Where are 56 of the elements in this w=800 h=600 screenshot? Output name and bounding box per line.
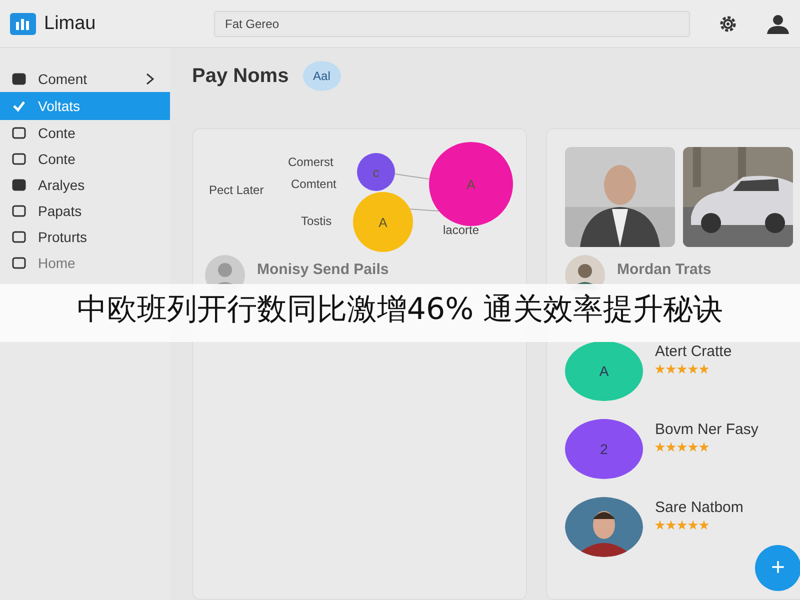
- avatar: A: [565, 341, 643, 401]
- star-icon: [666, 442, 676, 452]
- star-icon: [655, 364, 665, 374]
- sidebar-item[interactable]: Conte: [0, 146, 170, 172]
- menu-item-icon: [12, 256, 26, 270]
- menu-item-icon: [12, 126, 26, 140]
- avatar: 2: [565, 419, 643, 479]
- connector-line: [394, 174, 430, 180]
- logo-icon: [10, 12, 36, 34]
- chevron-icon: [146, 73, 154, 85]
- sidebar-item[interactable]: Conte: [0, 120, 170, 146]
- menu-item-icon: [12, 178, 26, 192]
- star-icon: [677, 364, 687, 374]
- star-icon: [688, 364, 698, 374]
- node-label: Comerst: [288, 155, 334, 169]
- star-icon: [699, 364, 709, 374]
- menu-item-icon: [12, 72, 26, 86]
- star-icon: [655, 442, 665, 452]
- diagram-node: A: [429, 142, 513, 226]
- contact-name: Sare Natbom: [655, 499, 744, 516]
- sidebar-item[interactable]: Aralyes: [0, 172, 170, 198]
- star-icon: [666, 520, 676, 530]
- sidebar-item[interactable]: Proturts: [0, 224, 170, 250]
- app-name: Limau: [44, 12, 96, 34]
- node-label: Comtent: [291, 177, 336, 191]
- star-icon: [677, 442, 687, 452]
- contact-name: Atert Cratte: [655, 343, 732, 360]
- star-icon: [655, 520, 665, 530]
- settings-icon[interactable]: [718, 14, 738, 34]
- contact-name: Bovm Ner Fasy: [655, 421, 758, 438]
- sidebar-item[interactable]: Coment: [0, 66, 170, 92]
- sidebar-item[interactable]: Home: [0, 250, 170, 276]
- count-badge: Aal: [302, 61, 341, 91]
- star-icon: [677, 520, 687, 530]
- menu-item-icon: [12, 99, 26, 113]
- node-label: Tostis: [301, 214, 332, 228]
- star-icon: [688, 520, 698, 530]
- star-icon: [688, 442, 698, 452]
- user-icon[interactable]: [766, 14, 790, 34]
- profile-name: Monisy Send Pails: [257, 261, 389, 278]
- menu-item-icon: [12, 152, 26, 166]
- node-label: Pect Later: [209, 183, 264, 197]
- page-title: Pay Noms: [192, 64, 289, 88]
- menu-item-icon: [12, 230, 26, 244]
- star-icon: [699, 520, 709, 530]
- diagram-node: A: [353, 192, 413, 252]
- diagram-node: c: [357, 153, 395, 191]
- menu-item-icon: [12, 204, 26, 218]
- caption-banner: 中欧班列开行数同比激增46% 通关效率提升秘诀: [0, 284, 800, 342]
- star-icon: [666, 364, 676, 374]
- search-field[interactable]: Fat Gereo: [214, 10, 690, 36]
- star-icon: [699, 442, 709, 452]
- node-label: lacorte: [443, 223, 480, 237]
- connector-line: [408, 208, 440, 212]
- sidebar-item[interactable]: Papats: [0, 198, 170, 224]
- profile-name: Mordan Trats: [617, 261, 712, 278]
